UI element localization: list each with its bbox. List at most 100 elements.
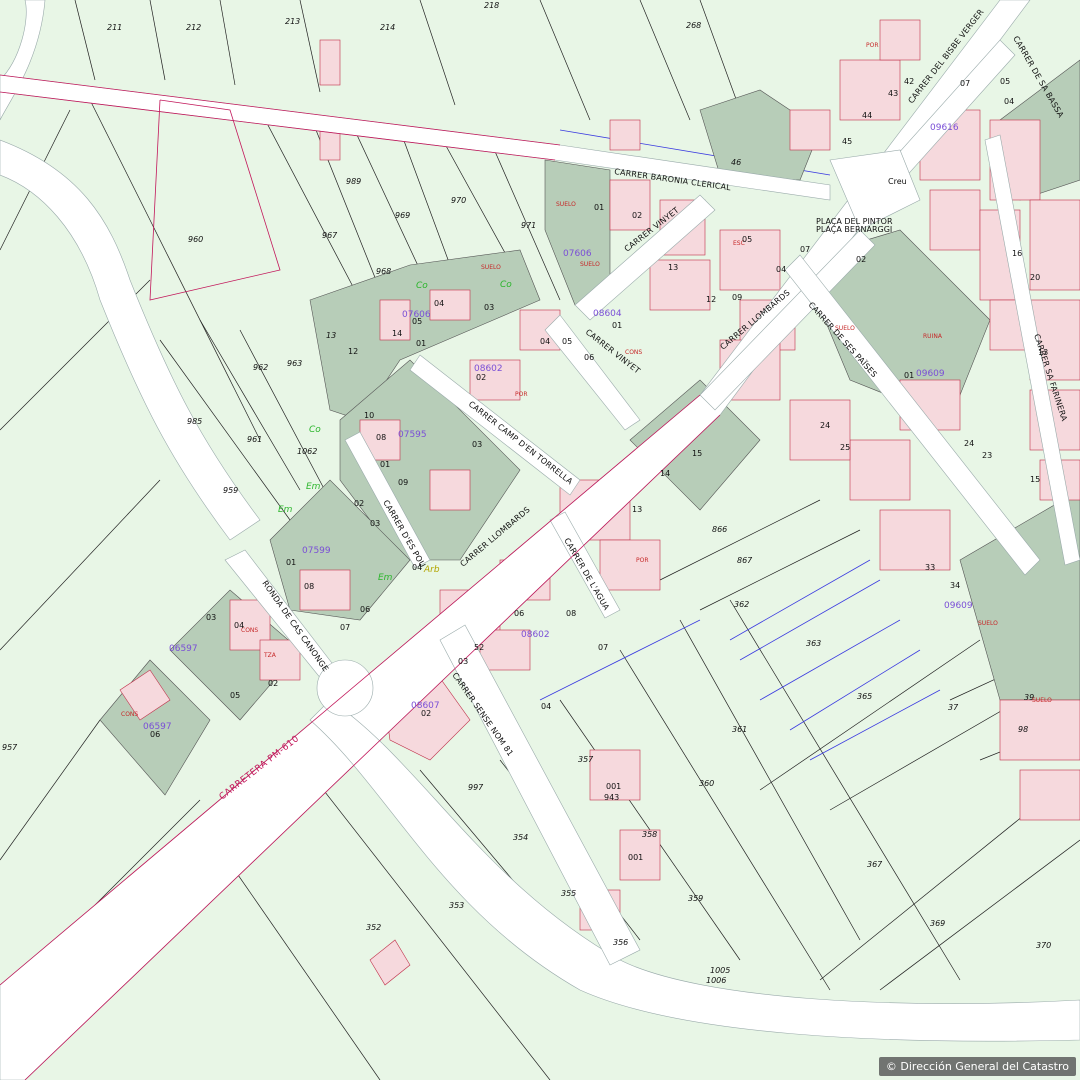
svg-text:08: 08 [304,582,314,591]
svg-text:03: 03 [484,303,494,312]
parcel-number: 358 [642,830,657,839]
parcel-number: 959 [223,486,238,495]
use-code: SUELO [1032,697,1052,704]
parcel-number: 989 [346,177,361,186]
parcel-number: 997 [468,783,484,792]
block-id: 09609 [944,601,973,611]
parcel-number: 359 [688,894,703,903]
parcel-number: 963 [287,359,302,368]
parcel-number: 218 [484,1,499,10]
place-label: Creu [888,177,907,186]
svg-text:001: 001 [606,782,621,791]
cultivation-code: Em [278,505,293,515]
svg-text:04: 04 [540,337,550,346]
use-code: SUELO [978,620,998,627]
svg-text:04: 04 [541,702,551,711]
svg-text:12: 12 [706,295,716,304]
use-code: SUELO [556,201,576,208]
svg-text:03: 03 [472,440,482,449]
use-code: RUINA [923,333,943,340]
parcel-number: 362 [734,600,749,609]
svg-text:14: 14 [392,329,402,338]
svg-text:10: 10 [364,411,374,420]
parcel-number: 967 [322,231,338,240]
svg-text:07: 07 [598,643,608,652]
svg-text:02: 02 [421,709,431,718]
parcel-number: 13 [326,331,336,340]
svg-text:01: 01 [416,339,426,348]
block-id: 07595 [398,430,427,440]
svg-text:02: 02 [632,211,642,220]
cultivation-code: Co [416,281,428,291]
block-id: 06597 [169,644,198,654]
svg-text:08: 08 [566,609,576,618]
parcel-number: 960 [188,235,203,244]
svg-text:24: 24 [820,421,830,430]
parcel-number: 1005 [710,966,730,975]
svg-text:01: 01 [594,203,604,212]
svg-text:13: 13 [668,263,678,272]
svg-text:001: 001 [628,853,643,862]
svg-text:04: 04 [1004,97,1014,106]
use-code: CONS [625,349,642,356]
svg-text:07: 07 [340,623,350,632]
parcel-number: 37 [948,703,959,712]
svg-text:04: 04 [234,621,244,630]
parcel-number: 968 [376,267,391,276]
parcel-number: 268 [686,21,701,30]
svg-text:05: 05 [230,691,240,700]
svg-text:02: 02 [354,499,364,508]
parcel-number: 212 [186,23,201,32]
svg-text:01: 01 [904,371,914,380]
svg-text:04: 04 [412,563,422,572]
parcel-number: 867 [737,556,753,565]
parcel-number: 98 [1018,725,1028,734]
svg-text:02: 02 [268,679,278,688]
svg-text:03: 03 [370,519,380,528]
place-label: PLAÇA BERNARGGI [816,225,892,234]
parcel-number: 866 [712,525,727,534]
map-canvas[interactable]: 211 212 213 214 218 268 960 989 967 969 … [0,0,1080,1080]
use-code: POR [515,391,528,398]
svg-text:09: 09 [732,293,742,302]
parcel-number: 354 [513,833,528,842]
parcel-number: 352 [366,923,381,932]
parcel-number: 367 [867,860,883,869]
cultivation-code: Co [500,280,512,290]
cadastral-map[interactable]: 211 212 213 214 218 268 960 989 967 969 … [0,0,1080,1080]
svg-text:06: 06 [584,353,594,362]
svg-text:04: 04 [776,265,786,274]
use-code: SUELO [481,264,501,271]
svg-text:12: 12 [348,347,358,356]
parcel-number: 360 [699,779,714,788]
svg-text:42: 42 [904,77,914,86]
svg-text:08: 08 [376,433,386,442]
parcel-number: 365 [857,692,872,701]
block-id: 08604 [593,309,622,319]
svg-text:34: 34 [950,581,960,590]
svg-text:05: 05 [412,317,422,326]
use-code: TZA [263,652,277,659]
parcel-number: 971 [521,221,536,230]
parcel-number: 46 [731,158,741,167]
parcel-number: 969 [395,211,410,220]
cultivation-code: Co [309,425,321,435]
use-code: CONS [121,711,138,718]
parcel-number: 211 [107,23,122,32]
parcel-number: 957 [2,743,18,752]
parcel-number: 356 [613,938,628,947]
cultivation-code: Arb [423,565,440,575]
parcel-number: 357 [578,755,594,764]
svg-text:01: 01 [380,460,390,469]
use-code: POR [636,557,649,564]
cultivation-code: Em [378,573,393,583]
use-code: POR [866,42,879,49]
parcel-number: 353 [449,901,464,910]
svg-text:06: 06 [514,609,524,618]
svg-text:15: 15 [692,449,702,458]
block-id: 08602 [521,630,550,640]
parcel-number: 361 [732,725,747,734]
svg-text:20: 20 [1030,273,1040,282]
parcel-number: 369 [930,919,945,928]
svg-text:02: 02 [476,373,486,382]
